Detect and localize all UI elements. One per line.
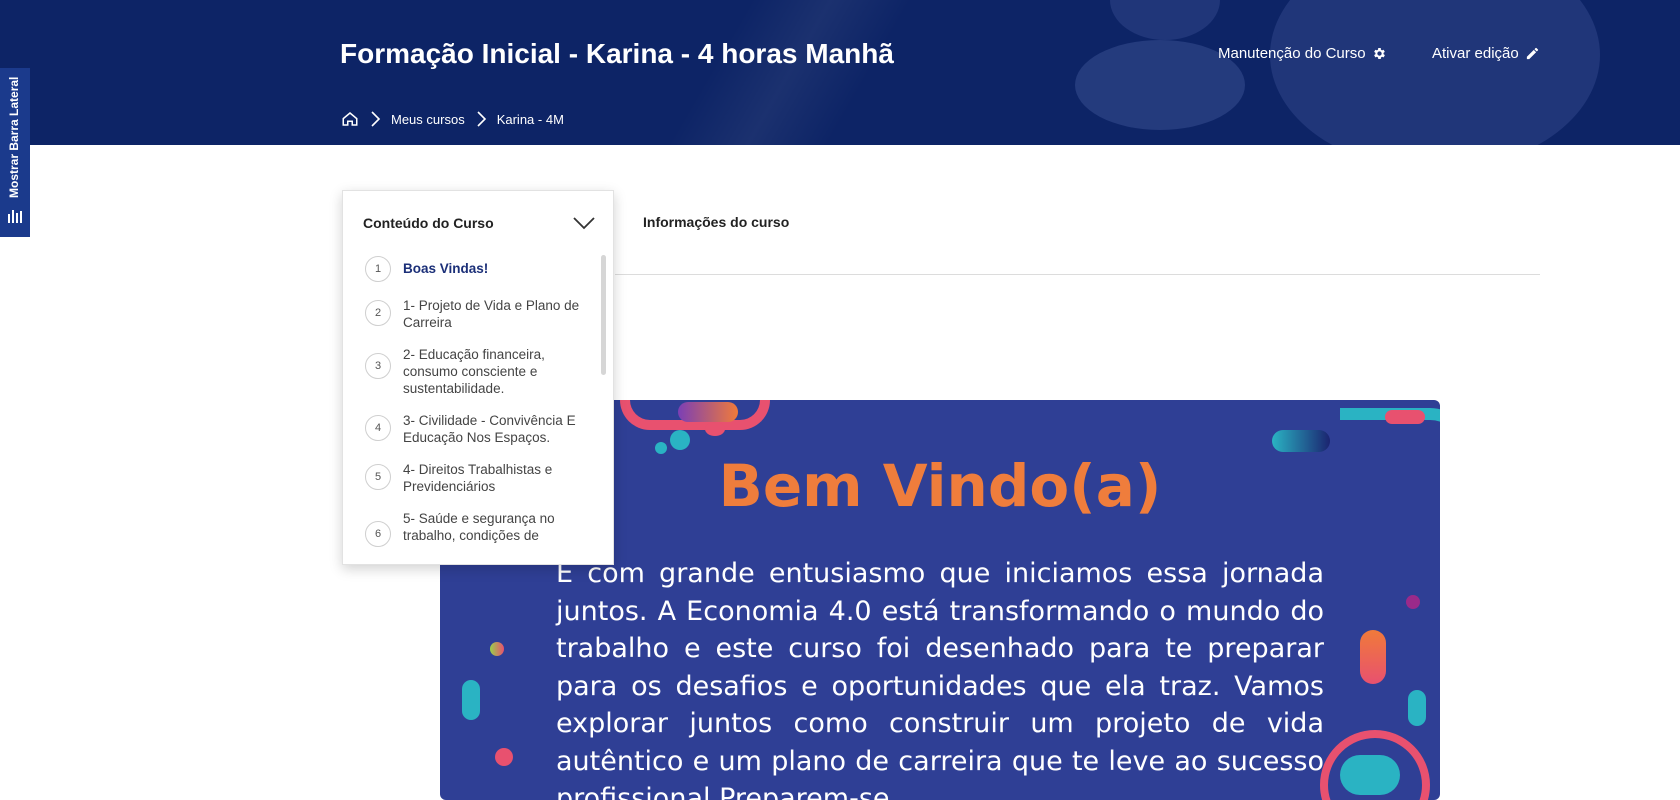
show-sidebar-label: Mostrar Barra Lateral (7, 76, 21, 198)
section-number: 4 (365, 415, 391, 441)
banner-decoration (462, 680, 480, 720)
course-header: Formação Inicial - Karina - 4 horas Manh… (0, 0, 1680, 145)
bar-chart-icon (8, 210, 22, 223)
section-item[interactable]: 5 4- Direitos Trabalhistas e Previdenciá… (365, 460, 587, 495)
banner-decoration (678, 402, 738, 422)
breadcrumb-my-courses[interactable]: Meus cursos (391, 112, 465, 127)
enable-editing-label: Ativar edição (1432, 45, 1519, 62)
banner-decoration (1340, 755, 1400, 795)
section-label: 1- Projeto de Vida e Plano de Carreira (403, 298, 580, 330)
chevron-right-icon (477, 111, 486, 127)
course-maintenance-label: Manutenção do Curso (1218, 45, 1366, 62)
section-item[interactable]: 1 Boas Vindas! (365, 256, 587, 282)
pencil-icon (1526, 47, 1538, 60)
banner-decoration (705, 422, 725, 436)
breadcrumb-current-course[interactable]: Karina - 4M (497, 112, 564, 127)
section-item[interactable]: 6 5- Saúde e segurança no trabalho, cond… (365, 509, 587, 547)
section-number: 3 (365, 353, 391, 379)
gear-icon (1373, 48, 1385, 59)
course-maintenance-link[interactable]: Manutenção do Curso (1218, 45, 1387, 62)
section-label: 2- Educação financeira, consumo conscien… (403, 347, 545, 396)
breadcrumb: Meus cursos Karina - 4M (341, 110, 564, 128)
section-label: 3- Civilidade - Convivência E Educação N… (403, 413, 576, 445)
section-number: 6 (365, 521, 391, 547)
header-decoration (560, 0, 980, 145)
banner-decoration (495, 748, 513, 766)
section-number: 5 (365, 464, 391, 490)
banner-decoration (1360, 630, 1386, 684)
section-label: Boas Vindas! (403, 261, 489, 276)
home-icon[interactable] (341, 110, 359, 128)
banner-decoration (1408, 690, 1426, 726)
show-sidebar-button[interactable]: Mostrar Barra Lateral (0, 68, 30, 237)
page-title: Formação Inicial - Karina - 4 horas Manh… (340, 38, 894, 69)
header-decoration (1270, 0, 1600, 145)
banner-decoration (490, 642, 504, 656)
tabs-divider (615, 274, 1540, 275)
enable-editing-link[interactable]: Ativar edição (1432, 45, 1540, 62)
header-decoration (1110, 0, 1220, 40)
section-label: 5- Saúde e segurança no trabalho, condiç… (403, 511, 555, 543)
chevron-down-icon (573, 217, 595, 230)
section-item[interactable]: 4 3- Civilidade - Convivência E Educação… (365, 411, 587, 446)
banner-decoration (1272, 430, 1330, 452)
section-number: 1 (365, 256, 391, 282)
tab-course-info[interactable]: Informações do curso (643, 214, 789, 230)
banner-text: É com grande entusiasmo que iniciamos es… (556, 558, 1324, 800)
chevron-right-icon (371, 111, 381, 127)
course-content-toggle[interactable]: Conteúdo do Curso (363, 215, 595, 231)
banner-decoration (1406, 595, 1420, 609)
scrollbar[interactable] (601, 255, 606, 375)
course-sections-list: 1 Boas Vindas! 2 1- Projeto de Vida e Pl… (365, 256, 587, 561)
banner-decoration (670, 430, 690, 450)
section-label: 4- Direitos Trabalhistas e Previdenciári… (403, 462, 553, 494)
banner-decoration (1385, 410, 1425, 424)
course-content-dropdown: Conteúdo do Curso 1 Boas Vindas! 2 1- Pr… (342, 190, 614, 565)
course-content-title: Conteúdo do Curso (363, 215, 494, 231)
section-item[interactable]: 2 1- Projeto de Vida e Plano de Carreira (365, 296, 587, 331)
section-number: 2 (365, 300, 391, 326)
section-item[interactable]: 3 2- Educação financeira, consumo consci… (365, 345, 587, 397)
